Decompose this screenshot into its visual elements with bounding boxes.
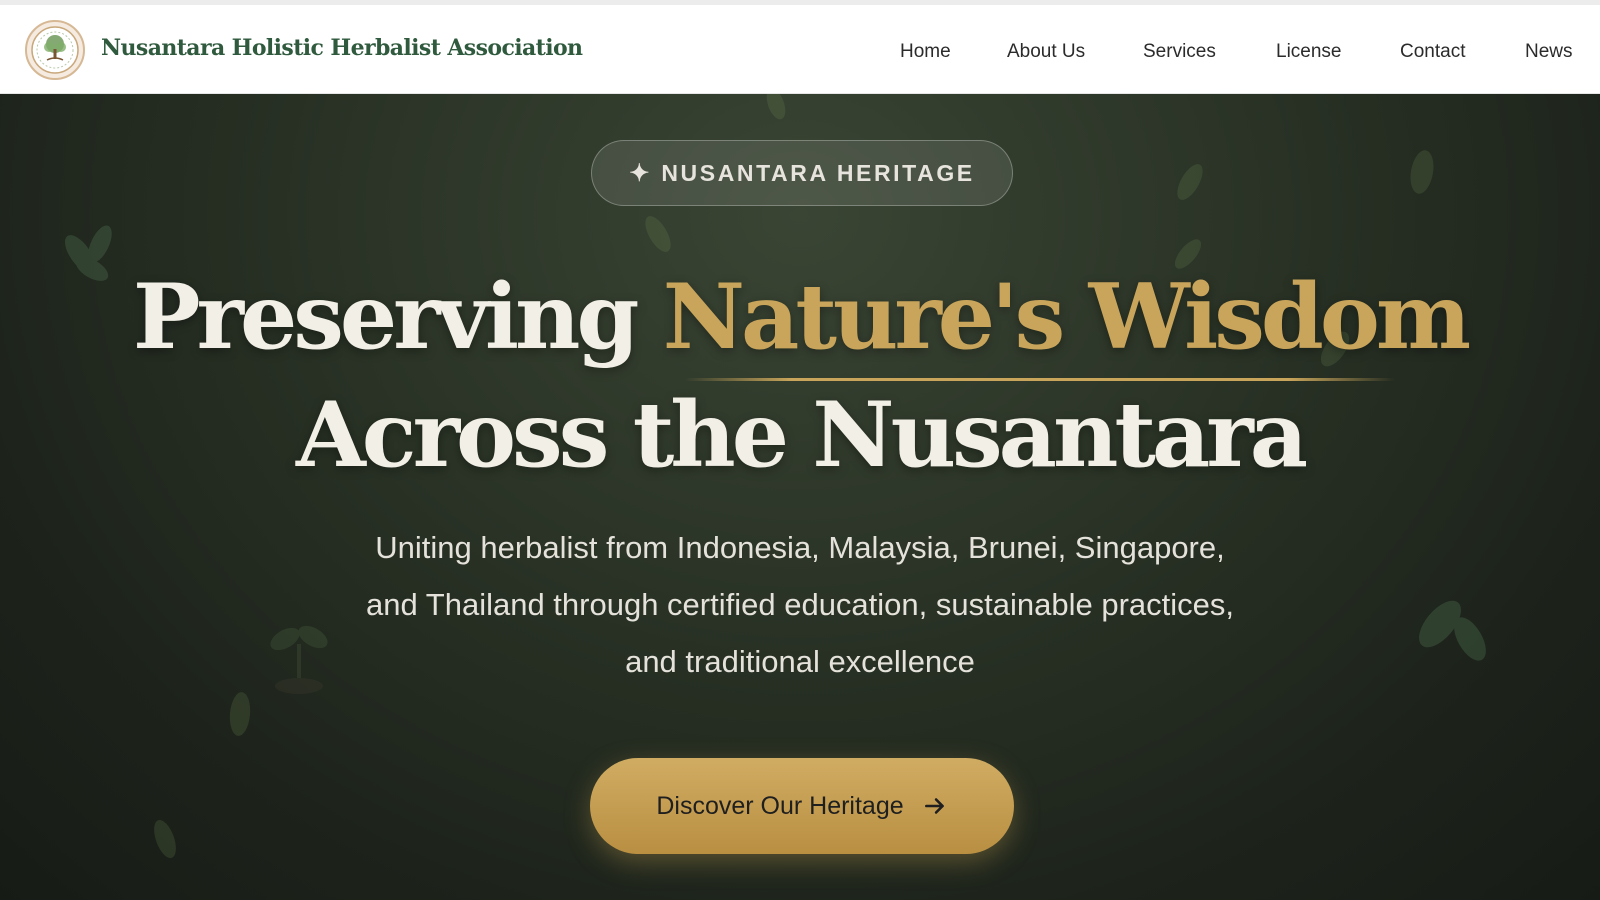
headline-highlight: Nature's Wisdom xyxy=(662,264,1471,370)
nav-contact[interactable]: Contact xyxy=(1400,41,1465,63)
logo-emblem-icon[interactable] xyxy=(25,20,85,80)
cta-label: Discover Our Heritage xyxy=(656,791,904,820)
highlight-underline xyxy=(685,378,1395,381)
nav-license[interactable]: License xyxy=(1276,41,1342,63)
headline-part-1: Preserving xyxy=(132,264,663,370)
arrow-right-icon xyxy=(924,798,944,814)
hero-section: ✦ NUSANTARA HERITAGE Preserving Nature's… xyxy=(0,94,1600,900)
subtitle-line: Uniting herbalist from Indonesia, Malays… xyxy=(375,530,1225,565)
badge-label: NUSANTARA HERITAGE xyxy=(661,159,975,186)
navbar: Nusantara Holistic Herbalist Association… xyxy=(0,5,1600,94)
subtitle-line: and Thailand through certified education… xyxy=(366,587,1234,622)
headline-line-2: Across the Nusantara xyxy=(295,382,1308,488)
discover-heritage-button[interactable]: Discover Our Heritage xyxy=(590,758,1014,854)
nav-news[interactable]: News xyxy=(1525,41,1573,63)
sparkle-icon: ✦ xyxy=(629,159,650,187)
nav-services[interactable]: Services xyxy=(1143,41,1216,63)
heritage-badge: ✦ NUSANTARA HERITAGE xyxy=(591,140,1013,206)
subtitle-line: and traditional excellence xyxy=(625,644,975,679)
headline-line-1: Preserving Nature's Wisdom xyxy=(0,264,1600,370)
brand-name[interactable]: Nusantara Holistic Herbalist Association xyxy=(101,35,583,61)
nav-about-us[interactable]: About Us xyxy=(1007,41,1085,63)
nav-home[interactable]: Home xyxy=(900,41,951,63)
